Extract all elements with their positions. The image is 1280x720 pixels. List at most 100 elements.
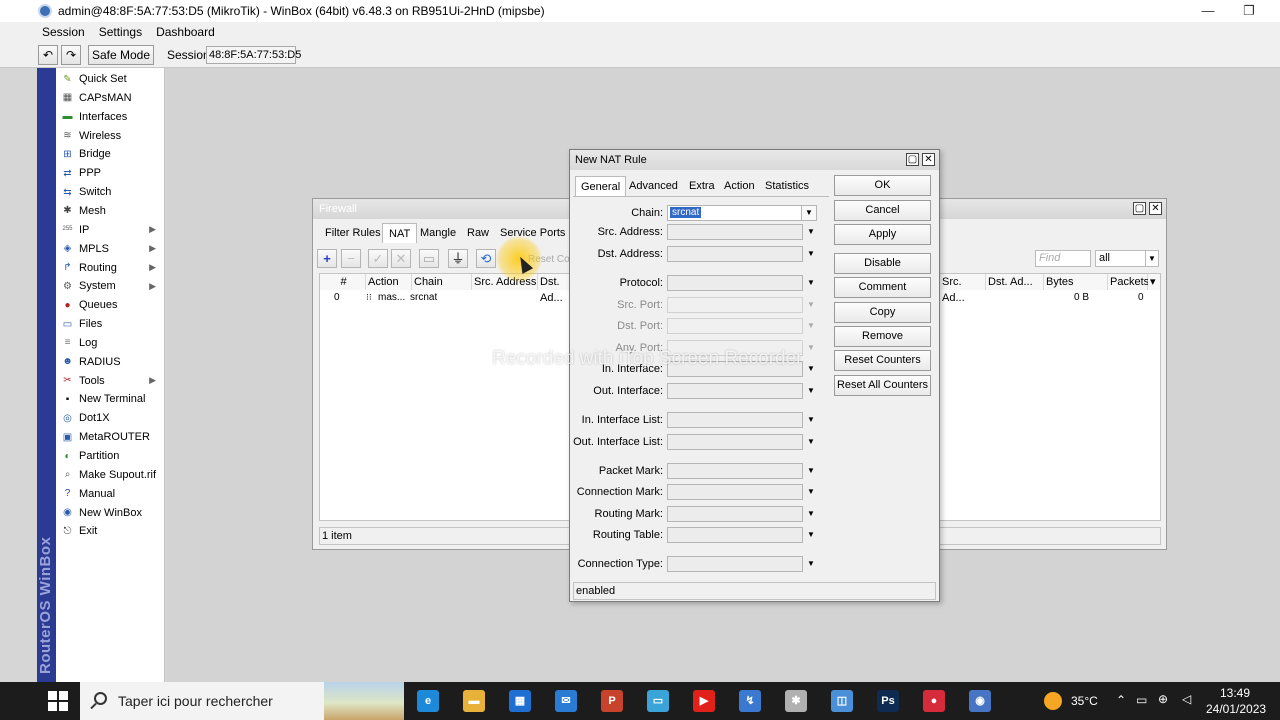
start-button[interactable] xyxy=(48,691,68,711)
sidebar-item-partition[interactable]: ◐ Partition xyxy=(56,447,164,465)
comment-button[interactable]: ▭ xyxy=(419,249,439,268)
edge-icon[interactable]: e xyxy=(417,690,439,712)
chevron-down-icon[interactable]: ▼ xyxy=(807,487,815,496)
sidebar-item-tools[interactable]: ✂ Tools ▶ xyxy=(56,372,164,390)
globe-icon[interactable]: ⊕ xyxy=(1158,692,1168,706)
column-header[interactable]: Bytes xyxy=(1044,274,1108,290)
sidebar-item-interfaces[interactable]: ▬ Interfaces xyxy=(56,108,164,126)
sidebar-item-mesh[interactable]: ✱ Mesh xyxy=(56,202,164,220)
find-input[interactable]: Find xyxy=(1035,250,1091,267)
sidebar-item-ppp[interactable]: ⇄ PPP xyxy=(56,164,164,182)
sidebar-item-ip[interactable]: 255 IP ▶ xyxy=(56,221,164,239)
sidebar-item-routing[interactable]: ↱ Routing ▶ xyxy=(56,259,164,277)
packet-mark-field[interactable] xyxy=(667,463,803,479)
filter-icon[interactable]: ⏚ xyxy=(448,249,468,268)
tab-nat[interactable]: NAT xyxy=(382,223,418,243)
routing-mark-field[interactable] xyxy=(667,506,803,522)
store-icon[interactable]: ▦ xyxy=(509,690,531,712)
winbox-icon[interactable]: ◉ xyxy=(969,690,991,712)
safe-mode-button[interactable]: Safe Mode xyxy=(88,45,154,65)
reset-icon[interactable]: ⟲ xyxy=(476,249,496,268)
column-header[interactable]: # xyxy=(320,274,366,290)
remove-button[interactable]: Remove xyxy=(834,326,931,347)
sidebar-item-mpls[interactable]: ◈ MPLS ▶ xyxy=(56,240,164,258)
sidebar-item-quick-set[interactable]: ✎ Quick Set xyxy=(56,70,164,88)
maximize-button[interactable]: ▢ xyxy=(1133,202,1146,215)
sidebar-item-queues[interactable]: ● Queues xyxy=(56,296,164,314)
tab-extra[interactable]: Extra xyxy=(684,176,720,196)
chain-dropdown-icon[interactable]: ▼ xyxy=(801,205,817,221)
sidebar-item-dot1x[interactable]: ◎ Dot1X xyxy=(56,409,164,427)
tab-action[interactable]: Action xyxy=(719,176,760,196)
menu-settings[interactable]: Settings xyxy=(99,25,142,39)
chevron-down-icon[interactable]: ▼ xyxy=(807,249,815,258)
columns-menu-icon[interactable]: ▾ xyxy=(1148,274,1160,290)
connection-mark-field[interactable] xyxy=(667,484,803,500)
clock-time[interactable]: 13:49 xyxy=(1220,686,1250,700)
tray-chevron-icon[interactable]: ⌃ xyxy=(1116,693,1126,707)
youtube-icon[interactable]: ▶ xyxy=(693,690,715,712)
clock-date[interactable]: 24/01/2023 xyxy=(1206,702,1266,716)
tab-statistics[interactable]: Statistics xyxy=(760,176,814,196)
sidebar-item-exit[interactable]: ⎋ Exit xyxy=(56,522,164,540)
sidebar-item-files[interactable]: ▭ Files xyxy=(56,315,164,333)
session-field[interactable]: 48:8F:5A:77:53:D5 xyxy=(206,46,301,64)
column-header[interactable]: Src. Ad... xyxy=(940,274,986,304)
chevron-down-icon[interactable]: ▼ xyxy=(807,415,815,424)
tab-general[interactable]: General xyxy=(575,176,627,196)
chevron-down-icon[interactable]: ▼ xyxy=(807,509,815,518)
column-header[interactable]: Action xyxy=(366,274,412,290)
minimize-button[interactable]: — xyxy=(1196,2,1220,20)
reset-all-counters-button[interactable]: Reset All Counters xyxy=(834,375,931,396)
photoshop-icon[interactable]: Ps xyxy=(877,690,899,712)
sidebar-item-new-terminal[interactable]: ▪ New Terminal xyxy=(56,390,164,408)
explorer-icon[interactable]: ▬ xyxy=(463,690,485,712)
enable-button[interactable]: ✓ xyxy=(368,249,388,268)
ok-button[interactable]: OK xyxy=(834,175,931,196)
apply-button[interactable]: Apply xyxy=(834,224,931,245)
column-header[interactable]: Dst. Ad... xyxy=(986,274,1044,290)
column-header[interactable]: Packets xyxy=(1108,274,1149,290)
cancel-button[interactable]: Cancel xyxy=(834,200,931,221)
chevron-down-icon[interactable]: ▼ xyxy=(807,530,815,539)
chevron-down-icon[interactable]: ▼ xyxy=(807,386,815,395)
sidebar-item-new-winbox[interactable]: ◉ New WinBox xyxy=(56,504,164,522)
tab-mangle[interactable]: Mangle xyxy=(414,223,462,243)
restore-button[interactable]: ❐ xyxy=(1237,2,1261,20)
tab-advanced[interactable]: Advanced xyxy=(624,176,683,196)
reset-counters-button[interactable]: Reset Counters xyxy=(834,350,931,371)
tab-filter-rules[interactable]: Filter Rules xyxy=(319,223,387,243)
chevron-down-icon[interactable]: ▼ xyxy=(807,559,815,568)
recorder-icon[interactable]: ● xyxy=(923,690,945,712)
sidebar-item-log[interactable]: ≡ Log xyxy=(56,334,164,352)
temperature[interactable]: 35°C xyxy=(1071,694,1098,708)
menu-dashboard[interactable]: Dashboard xyxy=(156,25,215,39)
column-header[interactable]: Chain xyxy=(412,274,472,290)
protocol-field[interactable] xyxy=(667,275,803,291)
undo-button[interactable]: ↶ xyxy=(38,45,58,65)
out-interface-field[interactable] xyxy=(667,383,803,399)
close-button[interactable]: ✕ xyxy=(1149,202,1162,215)
close-button[interactable]: ✕ xyxy=(922,153,935,166)
mail-icon[interactable]: ✉ xyxy=(555,690,577,712)
chevron-down-icon[interactable]: ▼ xyxy=(807,437,815,446)
redo-button[interactable]: ↷ xyxy=(61,45,81,65)
in-interface-list-field[interactable] xyxy=(667,412,803,428)
sidebar-item-manual[interactable]: ? Manual xyxy=(56,485,164,503)
photos-icon[interactable]: ▭ xyxy=(647,690,669,712)
chevron-down-icon[interactable]: ▼ xyxy=(807,466,815,475)
tool-icon[interactable]: ✱ xyxy=(785,690,807,712)
taskbar-search[interactable]: Taper ici pour rechercher xyxy=(80,682,404,720)
out-interface-list-field[interactable] xyxy=(667,434,803,450)
add-button[interactable]: + xyxy=(317,249,337,268)
sidebar-item-capsman[interactable]: ▦ CAPsMAN xyxy=(56,89,164,107)
app-icon[interactable]: ↯ xyxy=(739,690,761,712)
weather-icon[interactable] xyxy=(1044,692,1062,710)
network-icon[interactable]: ▭ xyxy=(1136,693,1147,707)
disable-button[interactable]: ✕ xyxy=(391,249,411,268)
maximize-button[interactable]: ▢ xyxy=(906,153,919,166)
connection-type-field[interactable] xyxy=(667,556,803,572)
routing-table-field[interactable] xyxy=(667,527,803,543)
chevron-down-icon[interactable]: ▼ xyxy=(807,227,815,236)
sidebar-item-switch[interactable]: ⇆ Switch xyxy=(56,183,164,201)
